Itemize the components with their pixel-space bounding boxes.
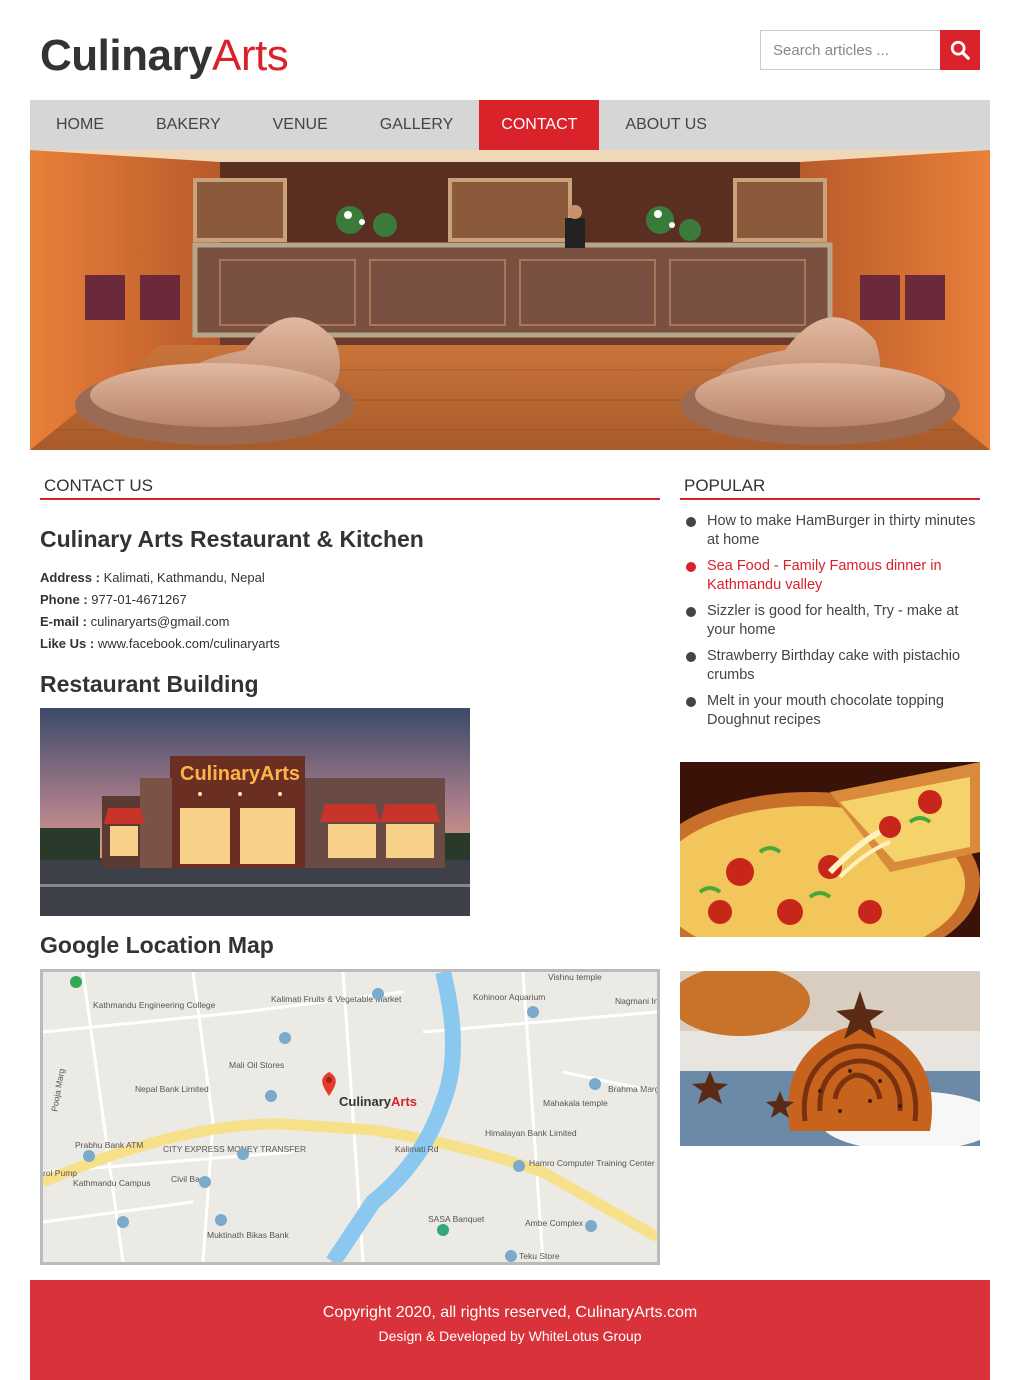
popular-item[interactable]: Sea Food - Family Famous dinner in Kathm… [680, 557, 980, 595]
map-label-mali-oil: Mali Oil Stores [229, 1060, 284, 1070]
map-label-kec: Kathmandu Engineering College [93, 1000, 216, 1010]
map-label-kalimati-rd: Kalimati Rd [395, 1144, 439, 1154]
nav-contact[interactable]: CONTACT [479, 100, 600, 150]
bullet-icon [686, 652, 696, 662]
map-label-hctc: Hamro Computer Training Center (HCTC) [529, 1158, 657, 1168]
address-line: Address : Kalimati, Kathmandu, Nepal [40, 567, 660, 589]
popular-item-label: Sea Food - Family Famous dinner in Kathm… [707, 558, 942, 593]
map-label-teku-store: Teku Store [519, 1251, 560, 1261]
search-bar [760, 30, 980, 70]
bullet-icon [686, 697, 696, 707]
map-label-kohinoor: Kohinoor Aquarium [473, 992, 545, 1002]
phone-value: 977-01-4671267 [91, 592, 187, 607]
search-button[interactable] [940, 30, 980, 70]
site-footer: Copyright 2020, all rights reserved, Cul… [30, 1280, 990, 1380]
popular-item[interactable]: Sizzler is good for health, Try - make a… [680, 602, 980, 640]
popular-item-label: How to make HamBurger in thirty minutes … [707, 513, 976, 548]
map-pin-label-2: Arts [391, 1094, 417, 1109]
popular-item-label: Strawberry Birthday cake with pistachio … [707, 648, 961, 683]
map-label-himalayan-bank: Himalayan Bank Limited [485, 1128, 577, 1138]
nav-venue[interactable]: VENUE [247, 100, 354, 150]
map-label-muktinath: Muktinath Bikas Bank [207, 1230, 289, 1240]
map-label-mahakala: Mahakala temple [543, 1098, 608, 1108]
email-line: E-mail : culinaryarts@gmail.com [40, 611, 660, 633]
restaurant-building-image: CulinaryArts [40, 708, 470, 916]
map-label-petrol-pump: rol Pump [43, 1168, 77, 1178]
popular-section-title: POPULAR [680, 470, 980, 500]
map-label-kathmandu-campus: Kathmandu Campus [73, 1178, 151, 1188]
svg-text:CulinaryArts: CulinaryArts [339, 1094, 417, 1109]
site-header: CulinaryArts [0, 0, 1020, 100]
main-nav: HOME BAKERY VENUE GALLERY CONTACT ABOUT … [30, 100, 990, 150]
email-label: E-mail : [40, 614, 87, 629]
site-logo[interactable]: CulinaryArts [40, 30, 289, 82]
popular-list: How to make HamBurger in thirty minutes … [680, 512, 980, 730]
map-pin-label-1: Culinary [339, 1094, 392, 1109]
search-input[interactable] [760, 30, 940, 70]
map-label-vishnu-temple: Vishnu temple [548, 972, 602, 982]
popular-item-label: Sizzler is good for health, Try - make a… [707, 603, 959, 638]
nav-gallery[interactable]: GALLERY [354, 100, 480, 150]
sidebar: POPULAR How to make HamBurger in thirty … [680, 470, 980, 1146]
bullet-icon [686, 607, 696, 617]
map-label-ambe-complex: Ambe Complex [525, 1218, 584, 1228]
map-label-brahma-marg: Brahma Marg [608, 1084, 657, 1094]
main-content: CONTACT US Culinary Arts Restaurant & Ki… [40, 470, 660, 1265]
google-location-map[interactable]: Kathmandu Engineering College Kalimati F… [40, 969, 660, 1265]
popular-item[interactable]: Strawberry Birthday cake with pistachio … [680, 647, 980, 685]
logo-part-1: Culinary [40, 31, 213, 80]
facebook-link[interactable]: www.facebook.com/culinaryarts [98, 636, 280, 651]
cinnamon-bun-image [680, 971, 980, 1146]
map-label-nagmani: Nagmani In [615, 996, 657, 1006]
contact-section-title: CONTACT US [40, 470, 660, 500]
restaurant-name: Culinary Arts Restaurant & Kitchen [40, 526, 424, 552]
map-label-sasa-banquet: SASA Banquet [428, 1214, 485, 1224]
hero-lobby-image [30, 150, 990, 450]
map-title: Google Location Map [40, 932, 274, 958]
like-line: Like Us : www.facebook.com/culinaryarts [40, 633, 660, 655]
pizza-image [680, 762, 980, 937]
logo-part-2: Arts [212, 31, 289, 80]
footer-copyright: Copyright 2020, all rights reserved, Cul… [322, 1304, 698, 1321]
popular-item-label: Melt in your mouth chocolate topping Dou… [707, 693, 944, 728]
bullet-icon [686, 517, 696, 527]
like-label: Like Us : [40, 636, 95, 651]
map-label-city-express: CITY EXPRESS MONEY TRANSFER [163, 1144, 306, 1154]
address-value: Kalimati, Kathmandu, Nepal [103, 570, 265, 585]
nav-home[interactable]: HOME [30, 100, 130, 150]
address-label: Address : [40, 570, 100, 585]
search-icon [950, 40, 970, 60]
popular-item[interactable]: How to make HamBurger in thirty minutes … [680, 512, 980, 550]
popular-item[interactable]: Melt in your mouth chocolate topping Dou… [680, 692, 980, 730]
map-label-prabhu-bank: Prabhu Bank ATM [75, 1140, 143, 1150]
email-value[interactable]: culinaryarts@gmail.com [91, 614, 230, 629]
building-title: Restaurant Building [40, 671, 259, 697]
footer-credit: Design & Developed by WhiteLotus Group [378, 1328, 642, 1344]
phone-line: Phone : 977-01-4671267 [40, 589, 660, 611]
contact-details: Address : Kalimati, Kathmandu, Nepal Pho… [40, 567, 660, 655]
nav-about-us[interactable]: ABOUT US [599, 100, 733, 150]
map-label-nepal-bank: Nepal Bank Limited [135, 1084, 209, 1094]
building-sign-text: CulinaryArts [180, 763, 300, 785]
phone-label: Phone : [40, 592, 88, 607]
bullet-icon [686, 562, 696, 572]
nav-bakery[interactable]: BAKERY [130, 100, 247, 150]
